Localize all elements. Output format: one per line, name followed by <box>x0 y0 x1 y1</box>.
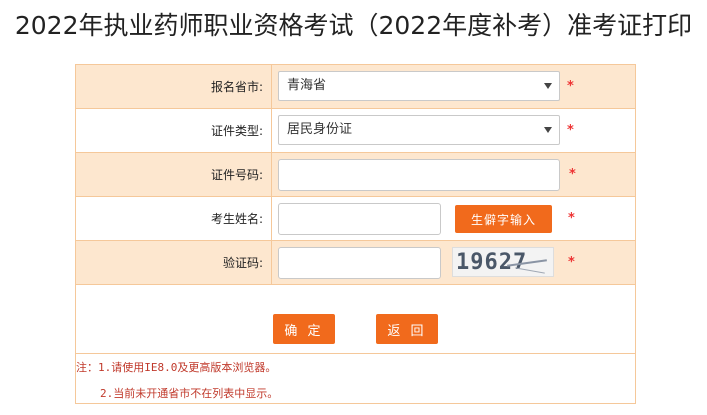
province-select-value: 青海省 <box>287 78 327 93</box>
name-input[interactable] <box>278 203 441 235</box>
rare-char-input-button[interactable]: 生僻字输入 <box>455 205 552 233</box>
back-button[interactable]: 返 回 <box>376 314 438 344</box>
required-mark: * <box>567 123 574 138</box>
note-province: 2.当前未开通省市不在列表中显示。 <box>100 387 279 400</box>
captcha-label: 验证码: <box>76 241 272 284</box>
required-mark: * <box>568 211 575 226</box>
name-row: 考生姓名: 生僻字输入 * <box>76 197 635 241</box>
id-number-label: 证件号码: <box>76 153 272 196</box>
id-number-row: 证件号码: * <box>76 153 635 197</box>
name-label: 考生姓名: <box>76 197 272 240</box>
page-title: 2022年执业药师职业资格考试（2022年度补考）准考证打印 <box>14 11 693 40</box>
required-mark: * <box>569 167 576 182</box>
required-mark: * <box>568 255 575 270</box>
captcha-row: 验证码: 19627 * <box>76 241 635 285</box>
captcha-input[interactable] <box>278 247 441 279</box>
captcha-image[interactable]: 19627 <box>452 247 554 277</box>
note-browser: 注：1.请使用IE8.0及更高版本浏览器。 <box>76 361 277 374</box>
required-mark: * <box>567 79 574 94</box>
province-label: 报名省市: <box>76 65 272 108</box>
admission-ticket-form: 报名省市: 青海省 * 证件类型: 居民身份证 * 证件号码: * 考生姓名: <box>75 64 636 404</box>
province-row: 报名省市: 青海省 * <box>76 65 635 109</box>
province-select[interactable]: 青海省 <box>278 71 560 101</box>
id-type-row: 证件类型: 居民身份证 * <box>76 109 635 153</box>
chevron-down-icon <box>544 83 552 89</box>
confirm-button[interactable]: 确 定 <box>273 314 335 344</box>
id-number-input[interactable] <box>278 159 560 191</box>
id-type-select-value: 居民身份证 <box>287 122 353 137</box>
form-actions: 确 定 返 回 <box>76 287 635 351</box>
notes: 注：1.请使用IE8.0及更高版本浏览器。 2.当前未开通省市不在列表中显示。 <box>76 353 635 405</box>
id-type-label: 证件类型: <box>76 109 272 152</box>
chevron-down-icon <box>544 127 552 133</box>
id-type-select[interactable]: 居民身份证 <box>278 115 560 145</box>
